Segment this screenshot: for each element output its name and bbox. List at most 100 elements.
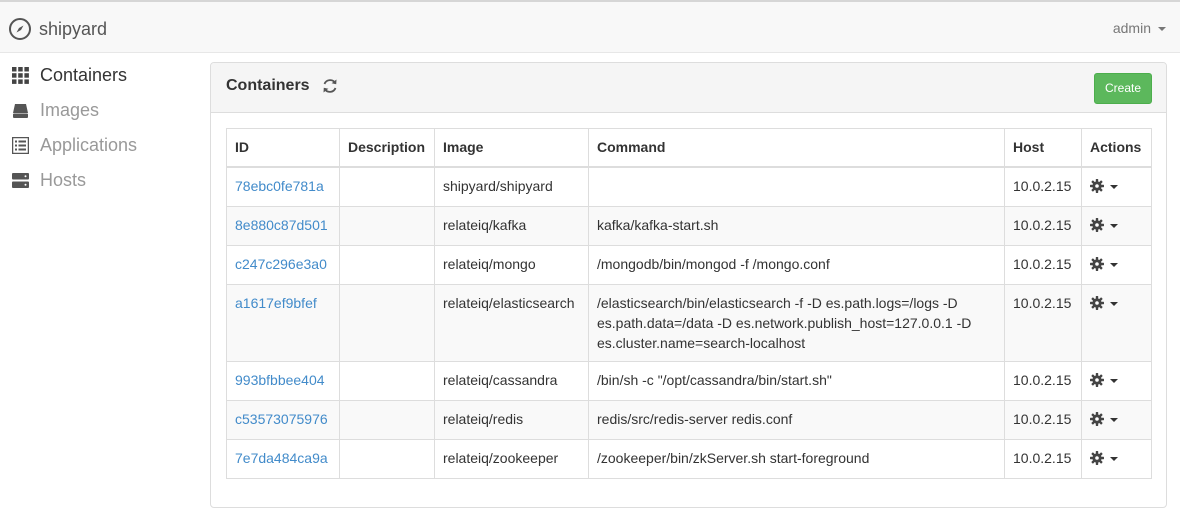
command-cell: kafka/kafka-start.sh (588, 205, 1005, 246)
actions-dropdown[interactable] (1090, 295, 1118, 310)
image-cell: relateiq/cassandra (434, 360, 589, 401)
chevron-down-icon (1158, 27, 1166, 31)
gear-icon (1090, 178, 1104, 193)
actions-cell (1081, 205, 1152, 246)
container-id-link[interactable]: 7e7da484ca9a (235, 450, 328, 466)
gear-icon (1090, 411, 1104, 426)
chevron-down-icon (1110, 378, 1118, 383)
host-cell: 10.0.2.15 (1004, 283, 1082, 362)
actions-cell (1081, 244, 1152, 285)
id-cell: a1617ef9bfef (226, 283, 340, 362)
command-cell: /elasticsearch/bin/elasticsearch -f -D e… (588, 283, 1005, 362)
server-icon (12, 172, 29, 188)
sidebar-item-applications[interactable]: Applications (12, 131, 137, 159)
container-id-link[interactable]: c53573075976 (235, 411, 328, 427)
chevron-down-icon (1110, 223, 1118, 228)
sidebar-item-label: Applications (40, 134, 138, 155)
top-navbar: shipyard admin (0, 0, 1180, 53)
column-header-host: Host (1004, 128, 1082, 168)
actions-dropdown[interactable] (1090, 217, 1118, 232)
column-header-id: ID (226, 128, 340, 168)
command-cell (588, 166, 1005, 207)
image-cell: relateiq/kafka (434, 205, 589, 246)
actions-cell (1081, 166, 1152, 207)
id-cell: c53573075976 (226, 399, 340, 440)
container-id-link[interactable]: 78ebc0fe781a (235, 178, 324, 194)
actions-dropdown[interactable] (1090, 411, 1118, 426)
actions-dropdown[interactable] (1090, 450, 1118, 465)
container-id-link[interactable]: 993bfbbee404 (235, 372, 325, 388)
create-button[interactable]: Create (1094, 73, 1152, 104)
sidebar-item-label: Containers (40, 64, 128, 85)
image-cell: relateiq/elasticsearch (434, 283, 589, 362)
gear-icon (1090, 450, 1104, 465)
table-row: 7e7da484ca9a relateiq/zookeeper/zookeeper… (226, 438, 1152, 479)
gear-icon (1090, 217, 1104, 232)
table-row: 8e880c87d501 relateiq/kafka kafka/kafka-st… (226, 205, 1152, 246)
chevron-down-icon (1110, 184, 1118, 189)
chevron-down-icon (1110, 417, 1118, 422)
description-cell (339, 438, 435, 479)
actions-dropdown[interactable] (1090, 178, 1118, 193)
actions-dropdown[interactable] (1090, 372, 1118, 387)
command-cell: redis/src/redis-server redis.conf (588, 399, 1005, 440)
refresh-icon[interactable] (321, 77, 339, 95)
column-header-image: Image (434, 128, 589, 168)
image-cell: shipyard/shipyard (434, 166, 589, 207)
container-id-link[interactable]: c247c296e3a0 (235, 256, 327, 272)
brand-name: shipyard (39, 18, 108, 39)
list-icon (12, 136, 29, 154)
panel-heading: Containers Create (211, 63, 1166, 113)
panel-title: Containers (226, 77, 310, 94)
user-menu[interactable]: admin (1113, 20, 1166, 36)
id-cell: 8e880c87d501 (226, 205, 340, 246)
description-cell (339, 360, 435, 401)
container-id-link[interactable]: 8e880c87d501 (235, 217, 328, 233)
actions-cell (1081, 399, 1152, 440)
description-cell (339, 244, 435, 285)
chevron-down-icon (1110, 456, 1118, 461)
column-header-description: Description (339, 128, 435, 168)
image-cell: relateiq/zookeeper (434, 438, 589, 479)
host-cell: 10.0.2.15 (1004, 166, 1082, 207)
grid-icon (12, 66, 29, 84)
gear-icon (1090, 372, 1104, 387)
image-cell: relateiq/redis (434, 399, 589, 440)
actions-dropdown[interactable] (1090, 256, 1118, 271)
id-cell: c247c296e3a0 (226, 244, 340, 285)
table-header-row: ID Description Image Command Host Action… (226, 128, 1152, 168)
actions-cell (1081, 360, 1152, 401)
sidebar-item-containers[interactable]: Containers (12, 61, 127, 89)
host-cell: 10.0.2.15 (1004, 438, 1082, 479)
column-header-actions: Actions (1081, 128, 1152, 168)
host-cell: 10.0.2.15 (1004, 360, 1082, 401)
actions-cell (1081, 283, 1152, 362)
chevron-down-icon (1110, 301, 1118, 306)
column-header-command: Command (588, 128, 1005, 168)
host-cell: 10.0.2.15 (1004, 205, 1082, 246)
command-cell: /bin/sh -c "/opt/cassandra/bin/start.sh" (588, 360, 1005, 401)
chevron-down-icon (1110, 262, 1118, 267)
sidebar-item-label: Hosts (40, 169, 87, 190)
sidebar-item-hosts[interactable]: Hosts (12, 166, 86, 194)
description-cell (339, 283, 435, 362)
sidebar-item-images[interactable]: Images (12, 96, 99, 124)
host-cell: 10.0.2.15 (1004, 399, 1082, 440)
containers-panel: Containers Create ID Description Image C… (210, 62, 1167, 508)
containers-table: ID Description Image Command Host Action… (226, 128, 1152, 479)
container-id-link[interactable]: a1617ef9bfef (235, 295, 317, 311)
id-cell: 993bfbbee404 (226, 360, 340, 401)
host-cell: 10.0.2.15 (1004, 244, 1082, 285)
id-cell: 78ebc0fe781a (226, 166, 340, 207)
table-row: a1617ef9bfef relateiq/elasticsearch/elast… (226, 283, 1152, 362)
gear-icon (1090, 295, 1104, 310)
brand-link[interactable]: shipyard (8, 16, 107, 42)
table-row: 78ebc0fe781a shipyard/shipyard 10.0.2.15 (226, 166, 1152, 207)
image-cell: relateiq/mongo (434, 244, 589, 285)
description-cell (339, 205, 435, 246)
drive-icon (13, 103, 28, 118)
description-cell (339, 166, 435, 207)
actions-cell (1081, 438, 1152, 479)
table-row: c53573075976 relateiq/redis redis/src/redi… (226, 399, 1152, 440)
table-row: c247c296e3a0 relateiq/mongo/mongodb/bin/m… (226, 244, 1152, 285)
